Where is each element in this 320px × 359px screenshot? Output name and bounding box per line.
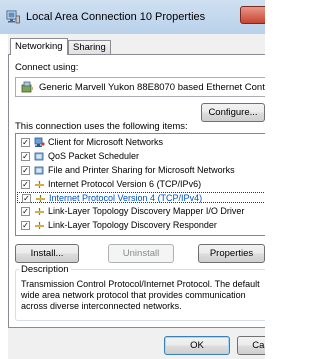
item-label: Link-Layer Topology Discovery Mapper I/O… — [48, 206, 245, 216]
tab-networking[interactable]: Networking — [10, 38, 68, 55]
title-bar[interactable]: Local Area Connection 10 Properties — [0, 0, 265, 34]
checkbox[interactable]: ✓ — [21, 207, 30, 216]
item-label: QoS Packet Scheduler — [48, 151, 140, 161]
checkbox[interactable]: ✓ — [21, 166, 30, 175]
protocol-icon — [36, 195, 45, 202]
checkbox[interactable]: ✓ — [21, 180, 30, 189]
items-label: This connection uses the following items… — [15, 121, 188, 132]
checkbox[interactable]: ✓ — [21, 152, 30, 161]
window-title: Local Area Connection 10 Properties — [26, 11, 206, 23]
list-item[interactable]: ✓ Link-Layer Topology Discovery Responde… — [17, 220, 265, 231]
uninstall-button[interactable]: Uninstall — [108, 244, 174, 263]
list-item[interactable]: ✓ Link-Layer Topology Discovery Mapper I… — [17, 206, 265, 217]
connection-items-list[interactable]: ✓ Client for Microsoft Networks ✓ QoS Pa… — [15, 133, 265, 236]
checkbox[interactable]: ✓ — [21, 138, 30, 147]
network-client-icon — [34, 137, 45, 147]
adapter-name: Generic Marvell Yukon 88E8070 based Ethe… — [39, 82, 265, 93]
list-item[interactable]: ✓ File and Printer Sharing for Microsoft… — [17, 165, 265, 176]
description-title: Description — [19, 264, 71, 275]
item-label: Internet Protocol Version 4 (TCP/IPv4) — [49, 193, 203, 203]
item-label: Link-Layer Topology Discovery Responder — [48, 220, 217, 230]
protocol-icon — [35, 181, 44, 188]
service-icon — [34, 152, 44, 161]
adapter-field: Generic Marvell Yukon 88E8070 based Ethe… — [15, 77, 265, 97]
list-item[interactable]: ✓ Internet Protocol Version 6 (TCP/IPv6) — [17, 179, 265, 190]
list-item[interactable]: ✓ QoS Packet Scheduler — [17, 151, 265, 162]
checkbox[interactable]: ✓ — [22, 194, 31, 203]
tab-sharing[interactable]: Sharing — [68, 40, 111, 54]
item-label: Client for Microsoft Networks — [48, 137, 164, 147]
install-button[interactable]: Install... — [15, 244, 79, 263]
protocol-icon — [35, 208, 44, 215]
properties-window: Local Area Connection 10 Properties Shar… — [0, 0, 265, 359]
checkbox[interactable]: ✓ — [21, 221, 30, 230]
ok-button[interactable]: OK — [164, 336, 230, 355]
list-item[interactable]: ✓ Client for Microsoft Networks — [17, 137, 265, 148]
properties-button[interactable]: Properties — [198, 244, 265, 263]
protocol-icon — [35, 222, 44, 229]
connect-using-label: Connect using: — [15, 62, 79, 73]
network-adapter-icon — [21, 81, 33, 93]
close-button[interactable] — [240, 6, 265, 24]
service-icon — [34, 166, 44, 175]
cancel-button[interactable]: Cancel — [237, 336, 265, 355]
item-label: File and Printer Sharing for Microsoft N… — [48, 165, 235, 175]
network-connection-icon — [6, 10, 20, 24]
description-text: Transmission Control Protocol/Internet P… — [21, 279, 260, 311]
configure-button[interactable]: Configure... — [201, 103, 265, 122]
list-item-selected[interactable]: ✓ Internet Protocol Version 4 (TCP/IPv4) — [17, 192, 265, 203]
item-label: Internet Protocol Version 6 (TCP/IPv6) — [48, 179, 202, 189]
